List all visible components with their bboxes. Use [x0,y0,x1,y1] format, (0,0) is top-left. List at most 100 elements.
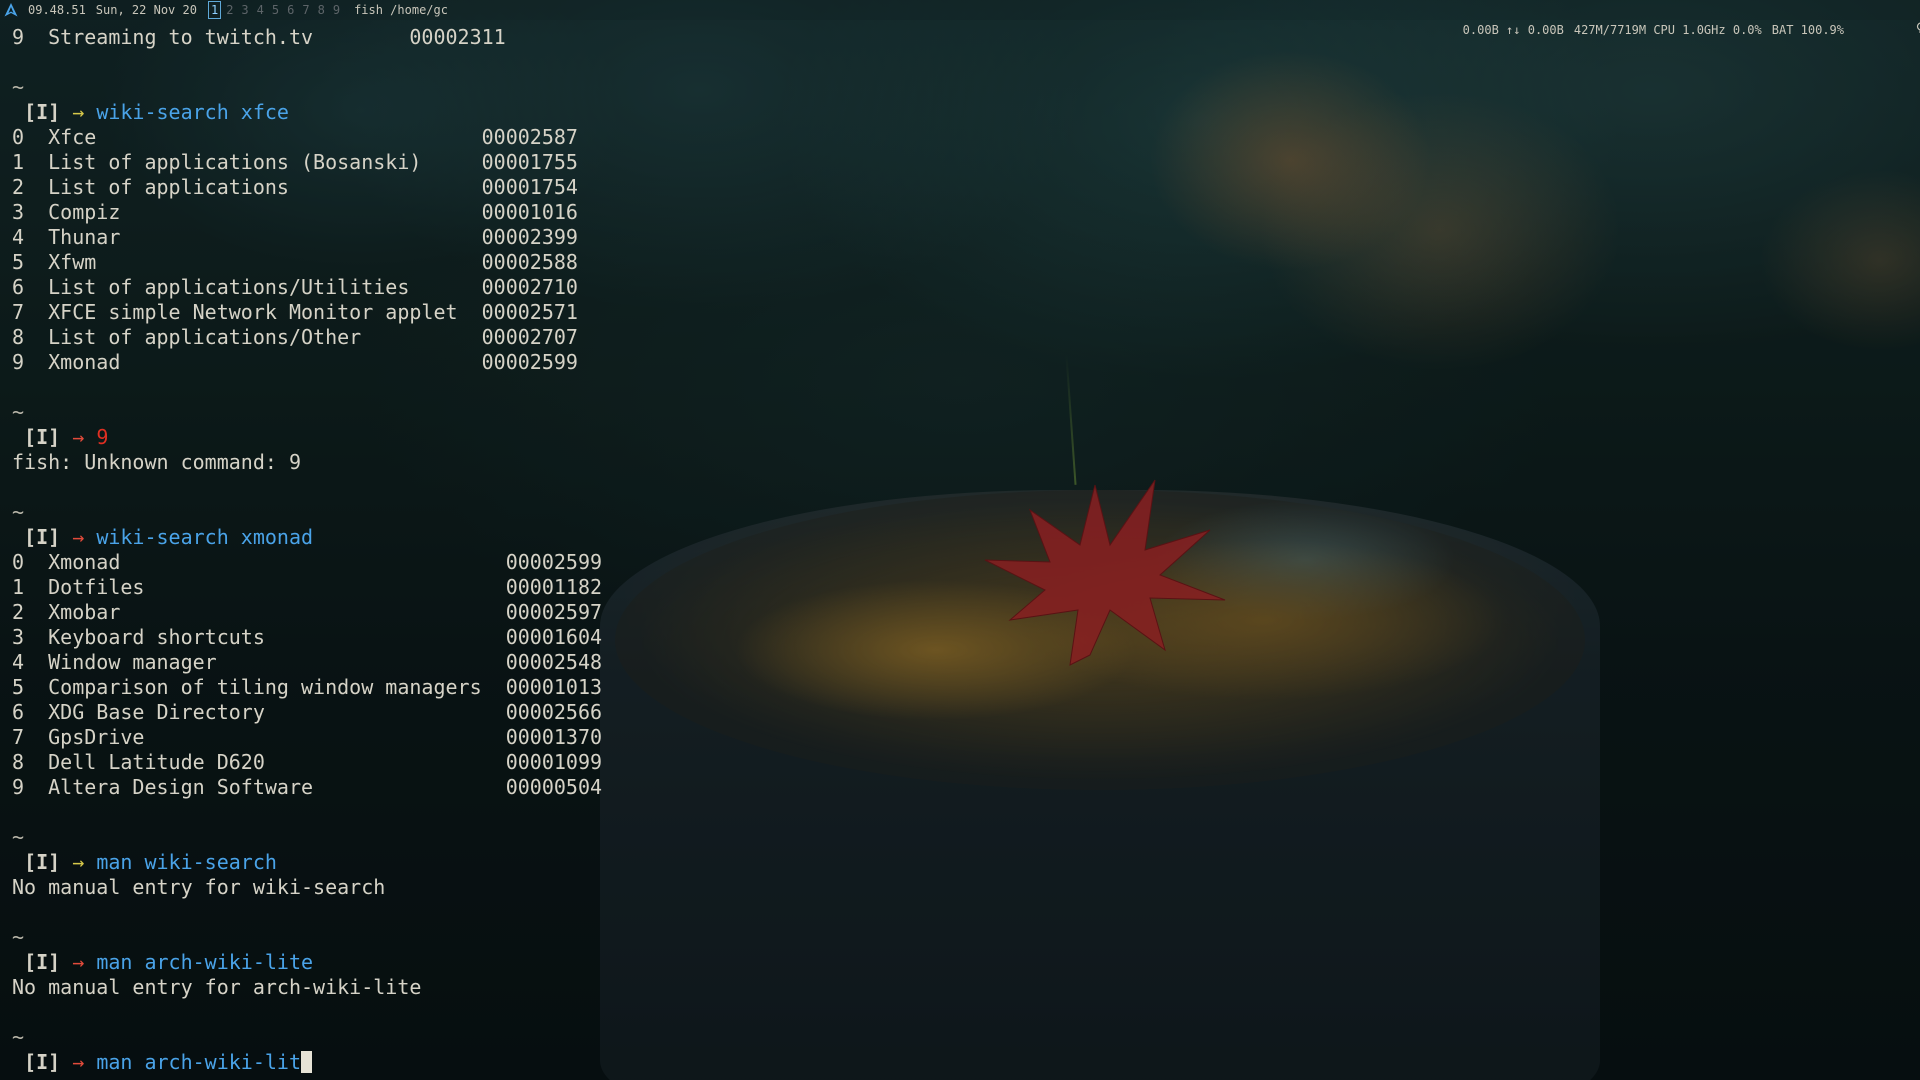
result-index: 6 [12,700,25,724]
memory-usage: 427M/7719M [1573,23,1647,37]
result-id: 00001182 [505,575,603,599]
result-title: List of applications/Utilities [48,275,410,299]
result-index: 3 [12,625,25,649]
result-title: Comparison of tiling window managers [48,675,482,699]
cpu-frequency: 1.0GHz [1682,23,1726,37]
search-result-row: 9 Altera Design Software 00000504 [12,775,602,800]
network-up: 0.00B [1527,23,1564,37]
result-title: Altera Design Software [48,775,314,799]
text-cursor[interactable] [301,1051,313,1073]
search-result-row: 6 List of applications/Utilities 0000271… [12,275,602,300]
search-result-row: 2 List of applications 00001754 [12,175,602,200]
result-index: 8 [12,325,25,349]
workspace-7[interactable]: 7 [298,0,313,20]
result-title: List of applications [48,175,289,199]
prompt-line: [I] → wiki-search xfce [12,100,602,125]
prompt-arrow-icon: → [72,100,85,124]
workspace-5[interactable]: 5 [268,0,283,20]
result-index: 5 [12,250,25,274]
result-id: 00002599 [481,350,578,374]
result-id: 00000504 [505,775,603,799]
search-result-row: 0 Xmonad 00002599 [12,550,602,575]
result-title: Streaming to twitch.tv [48,25,314,49]
search-result-row: 1 Dotfiles 00001182 [12,575,602,600]
vi-mode-indicator: [I] [24,1050,61,1074]
result-index: 6 [12,275,25,299]
result-index: 8 [12,750,25,774]
workspace-4[interactable]: 4 [253,0,268,20]
cwd-tilde: ~ [12,1025,25,1049]
command-text: man wiki-search [96,850,277,874]
command-text: wiki-search xmonad [96,525,314,549]
command-text: wiki-search xfce [96,100,289,124]
workspace-8[interactable]: 8 [314,0,329,20]
result-title: GpsDrive [48,725,145,749]
top-status-bar: 09.48.51 Sun, 22 Nov 20 123456789 fish /… [0,0,1920,37]
result-id: 00002707 [481,325,578,349]
result-title: XDG Base Directory [48,700,265,724]
result-index: 7 [12,300,25,324]
arch-linux-logo-icon[interactable] [4,3,18,17]
result-title: List of applications/Other [48,325,362,349]
result-index: 4 [12,650,25,674]
search-result-row: 6 XDG Base Directory 00002566 [12,700,602,725]
result-title: XFCE simple Network Monitor applet [48,300,458,324]
result-id: 00002599 [505,550,603,574]
wifi-icon[interactable] [1878,0,1894,60]
result-id: 00001755 [481,150,578,174]
status-bar-right: 0.00B ↑↓ 0.00B 427M/7719M CPU 1.0GHz 0.0… [1462,0,1920,60]
result-id: 00002399 [481,225,578,249]
workspace-2[interactable]: 2 [222,0,237,20]
result-id: 00001016 [481,200,578,224]
workspace-9[interactable]: 9 [329,0,344,20]
result-id: 00002548 [505,650,603,674]
prompt-arrow-icon: → [72,950,85,974]
terminal-line: No manual entry for arch-wiki-lite [12,975,602,1000]
cwd-tilde: ~ [12,925,25,949]
vi-mode-indicator: [I] [24,850,61,874]
cwd-tilde: ~ [12,75,25,99]
search-result-row: 5 Xfwm 00002588 [12,250,602,275]
lightbulb-icon[interactable] [1858,0,1920,60]
search-result-row: 0 Xfce 00002587 [12,125,602,150]
vi-mode-indicator: [I] [24,100,61,124]
terminal-line: No manual entry for wiki-search [12,875,602,900]
fish-terminal[interactable]: 9 Streaming to twitch.tv 00002311 ~ [I] →… [12,25,602,1075]
prompt-line: [I] → man wiki-search [12,850,602,875]
cpu-label: CPU [1653,23,1676,37]
search-result-row: 3 Keyboard shortcuts 00001604 [12,625,602,650]
result-title: Keyboard shortcuts [48,625,265,649]
network-down: 0.00B [1462,23,1499,37]
result-id: 00002566 [505,700,603,724]
terminal-line: ~ [12,825,602,850]
result-index: 2 [12,600,25,624]
result-id: 00002588 [481,250,578,274]
result-title: Dell Latitude D620 [48,750,265,774]
search-result-row: 8 Dell Latitude D620 00001099 [12,750,602,775]
result-id: 00001370 [505,725,603,749]
volume-icon[interactable] [1898,0,1914,60]
workspace-1[interactable]: 1 [207,0,222,20]
terminal-line: ~ [12,1025,602,1050]
prompt-arrow-icon: → [72,525,85,549]
terminal-line: ~ [12,500,602,525]
workspace-3[interactable]: 3 [237,0,252,20]
command-text: 9 [96,425,109,449]
cwd-tilde: ~ [12,400,25,424]
network-arrows-icon: ↑↓ [1506,23,1521,37]
result-index: 9 [12,25,25,49]
result-index: 1 [12,575,25,599]
terminal-line: ~ [12,925,602,950]
result-title: Dotfiles [48,575,145,599]
command-output: fish: Unknown command: 9 [12,450,301,474]
result-title: List of applications (Bosanski) [48,150,422,174]
workspace-6[interactable]: 6 [283,0,298,20]
result-index: 5 [12,675,25,699]
terminal-line: fish: Unknown command: 9 [12,450,602,475]
search-result-row: 4 Thunar 00002399 [12,225,602,250]
clock-time: 09.48.51 [28,3,86,17]
search-result-row: 2 Xmobar 00002597 [12,600,602,625]
